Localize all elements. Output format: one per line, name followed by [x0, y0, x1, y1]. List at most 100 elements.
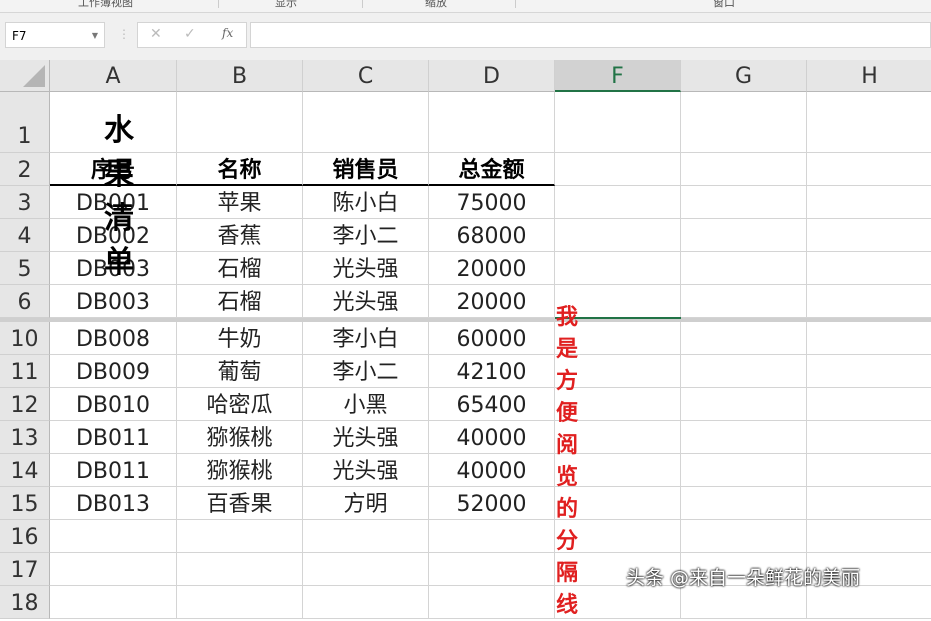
cell[interactable]: [555, 252, 681, 285]
cell[interactable]: [681, 355, 807, 388]
row-header-2[interactable]: 2: [0, 153, 50, 186]
cell[interactable]: [429, 520, 555, 553]
cell[interactable]: [807, 219, 931, 252]
chevron-down-icon[interactable]: ▼: [92, 23, 98, 49]
cell[interactable]: [50, 520, 177, 553]
row-header-12[interactable]: 12: [0, 388, 50, 421]
insert-function-icon[interactable]: fx: [222, 26, 233, 40]
drag-handle-icon[interactable]: ⋮: [118, 27, 130, 41]
cell[interactable]: [681, 219, 807, 252]
cell[interactable]: [303, 92, 429, 153]
data-cell[interactable]: 葡萄: [177, 355, 303, 388]
data-cell[interactable]: DB003: [50, 285, 177, 318]
cell[interactable]: [807, 586, 931, 619]
cell[interactable]: [177, 553, 303, 586]
row-header-13[interactable]: 13: [0, 421, 50, 454]
cell[interactable]: [807, 322, 931, 355]
row-header-18[interactable]: 18: [0, 586, 50, 619]
cell[interactable]: [807, 520, 931, 553]
cell[interactable]: [429, 553, 555, 586]
data-cell[interactable]: DB010: [50, 388, 177, 421]
data-cell[interactable]: 20000: [429, 285, 555, 318]
data-cell[interactable]: DB011: [50, 454, 177, 487]
cell[interactable]: [681, 322, 807, 355]
data-cell[interactable]: 苹果: [177, 186, 303, 219]
cell[interactable]: [681, 454, 807, 487]
cell[interactable]: [807, 487, 931, 520]
data-cell[interactable]: 光头强: [303, 454, 429, 487]
data-cell[interactable]: 香蕉: [177, 219, 303, 252]
data-cell[interactable]: 李小二: [303, 219, 429, 252]
enter-icon[interactable]: ✓: [184, 26, 196, 42]
cancel-icon[interactable]: ✕: [150, 26, 162, 42]
row-header-5[interactable]: 5: [0, 252, 50, 285]
data-cell[interactable]: DB011: [50, 421, 177, 454]
cell[interactable]: [807, 355, 931, 388]
cell[interactable]: [681, 388, 807, 421]
column-header-a[interactable]: A: [50, 60, 177, 92]
cell[interactable]: [807, 388, 931, 421]
data-cell[interactable]: 60000: [429, 322, 555, 355]
data-cell[interactable]: 光头强: [303, 285, 429, 318]
cell[interactable]: [681, 520, 807, 553]
cell[interactable]: [50, 553, 177, 586]
column-header-f[interactable]: F: [555, 60, 681, 92]
data-cell[interactable]: 40000: [429, 421, 555, 454]
data-cell[interactable]: 52000: [429, 487, 555, 520]
cell[interactable]: [429, 92, 555, 153]
data-cell[interactable]: 哈密瓜: [177, 388, 303, 421]
cell[interactable]: [807, 252, 931, 285]
data-cell[interactable]: 42100: [429, 355, 555, 388]
data-cell[interactable]: 光头强: [303, 421, 429, 454]
cell[interactable]: [681, 487, 807, 520]
data-cell[interactable]: 猕猴桃: [177, 421, 303, 454]
data-cell[interactable]: 百香果: [177, 487, 303, 520]
cell[interactable]: [681, 285, 807, 318]
data-cell[interactable]: 石榴: [177, 252, 303, 285]
cell[interactable]: [303, 520, 429, 553]
cell[interactable]: [681, 153, 807, 186]
row-header-17[interactable]: 17: [0, 553, 50, 586]
data-cell[interactable]: DB013: [50, 487, 177, 520]
column-header-d[interactable]: D: [429, 60, 555, 92]
cell[interactable]: [807, 421, 931, 454]
data-cell[interactable]: DB009: [50, 355, 177, 388]
cell[interactable]: [555, 153, 681, 186]
data-cell[interactable]: 65400: [429, 388, 555, 421]
data-cell[interactable]: 40000: [429, 454, 555, 487]
cell[interactable]: [555, 186, 681, 219]
data-cell[interactable]: 石榴: [177, 285, 303, 318]
data-cell[interactable]: 牛奶: [177, 322, 303, 355]
column-header-g[interactable]: G: [681, 60, 807, 92]
data-cell[interactable]: 猕猴桃: [177, 454, 303, 487]
cell[interactable]: [429, 586, 555, 619]
data-cell[interactable]: 陈小白: [303, 186, 429, 219]
data-cell[interactable]: 75000: [429, 186, 555, 219]
cell[interactable]: [807, 454, 931, 487]
cell[interactable]: [555, 219, 681, 252]
cell[interactable]: [303, 586, 429, 619]
cell[interactable]: [177, 586, 303, 619]
column-header-b[interactable]: B: [177, 60, 303, 92]
row-header-15[interactable]: 15: [0, 487, 50, 520]
name-box[interactable]: F7▼: [5, 22, 105, 48]
column-header-h[interactable]: H: [807, 60, 931, 92]
select-all-button[interactable]: [0, 60, 50, 92]
cell[interactable]: [555, 92, 681, 153]
header-cell[interactable]: 名称: [177, 153, 303, 186]
data-cell[interactable]: 方明: [303, 487, 429, 520]
cell[interactable]: [807, 186, 931, 219]
row-header-10[interactable]: 10: [0, 322, 50, 355]
cell[interactable]: [807, 153, 931, 186]
cell[interactable]: [50, 586, 177, 619]
cell[interactable]: [681, 92, 807, 153]
row-header-3[interactable]: 3: [0, 186, 50, 219]
cell[interactable]: [681, 586, 807, 619]
data-cell[interactable]: 光头强: [303, 252, 429, 285]
header-cell[interactable]: 销售员: [303, 153, 429, 186]
data-cell[interactable]: 68000: [429, 219, 555, 252]
row-header-16[interactable]: 16: [0, 520, 50, 553]
split-divider[interactable]: [0, 318, 931, 322]
cell[interactable]: [681, 421, 807, 454]
row-header-14[interactable]: 14: [0, 454, 50, 487]
